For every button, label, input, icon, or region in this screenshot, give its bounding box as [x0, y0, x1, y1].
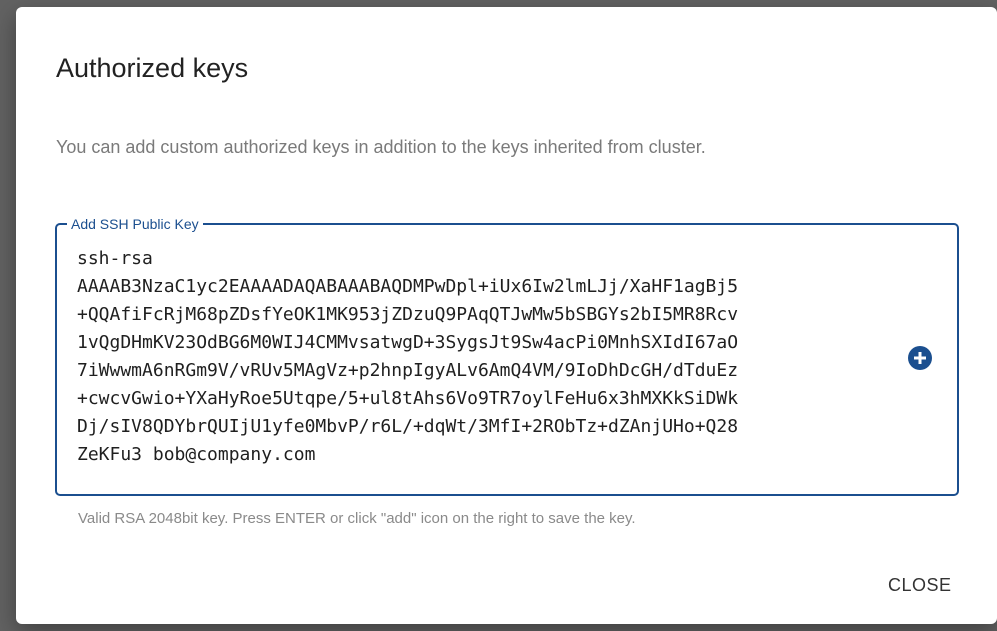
plus-circle-icon [907, 345, 933, 374]
ssh-key-field-label: Add SSH Public Key [67, 215, 203, 233]
add-key-button[interactable] [905, 344, 935, 374]
authorized-keys-dialog: Authorized keys You can add custom autho… [16, 7, 997, 624]
ssh-key-textarea[interactable]: ssh-rsa AAAAB3NzaC1yc2EAAAADAQABAAABAQDM… [77, 245, 897, 485]
close-button[interactable]: CLOSE [882, 570, 958, 600]
ssh-key-field: Add SSH Public Key ssh-rsa AAAAB3NzaC1yc… [55, 215, 959, 496]
dialog-description: You can add custom authorized keys in ad… [56, 137, 706, 157]
dialog-title: Authorized keys [56, 53, 249, 83]
ssh-key-helper-text: Valid RSA 2048bit key. Press ENTER or cl… [78, 510, 636, 527]
